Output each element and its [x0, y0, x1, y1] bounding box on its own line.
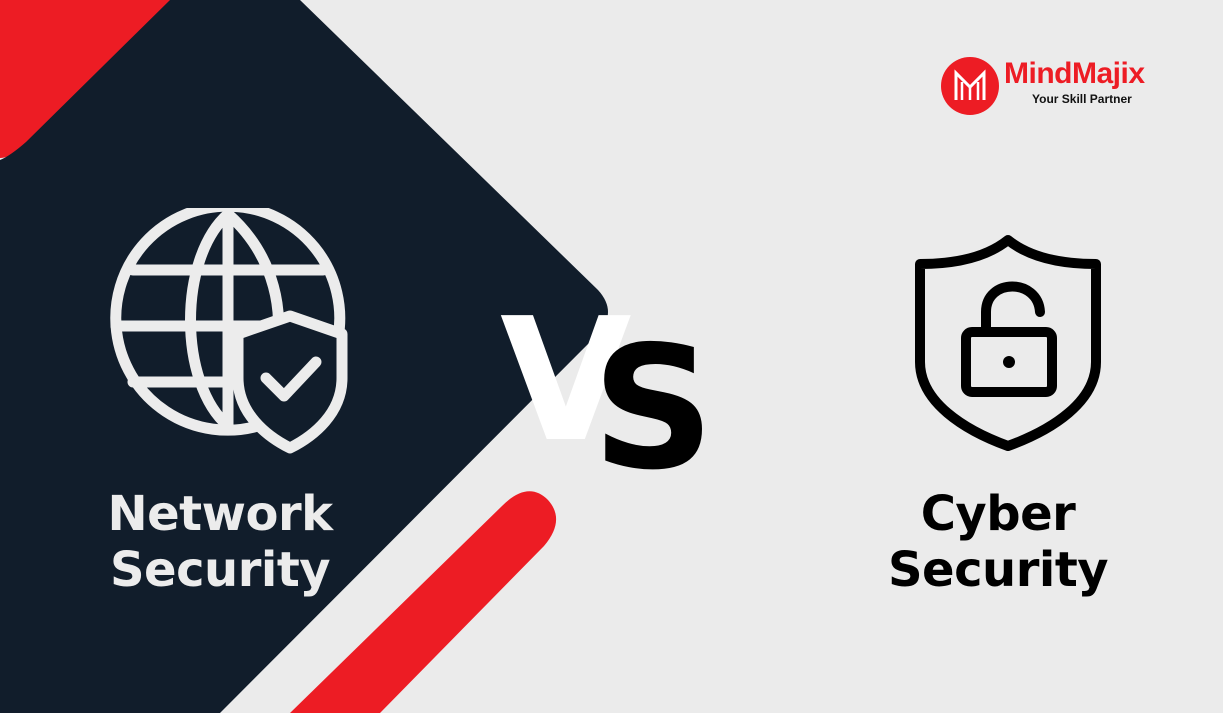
globe-shield-check-icon	[110, 208, 348, 454]
mindmajix-logo[interactable]: MindMajix Your Skill Partner	[940, 56, 1180, 116]
network-security-line1: Network	[107, 486, 333, 542]
mindmajix-mark-icon	[941, 57, 999, 115]
brand-tagline: Your Skill Partner	[1032, 92, 1132, 106]
network-security-line2: Security	[109, 542, 331, 598]
cyber-security-line2: Security	[887, 542, 1109, 598]
versus-label: V S	[498, 296, 718, 496]
brand-name: MindMajix	[1004, 57, 1145, 90]
shield-unlock-icon	[915, 235, 1101, 451]
cyber-security-line1: Cyber	[920, 486, 1076, 542]
versus-s: S	[592, 310, 715, 508]
comparison-banner: MindMajix Your Skill Partner V S Network	[0, 0, 1223, 713]
network-security-title: Network Security	[80, 486, 360, 598]
cyber-security-title: Cyber Security	[860, 486, 1136, 598]
